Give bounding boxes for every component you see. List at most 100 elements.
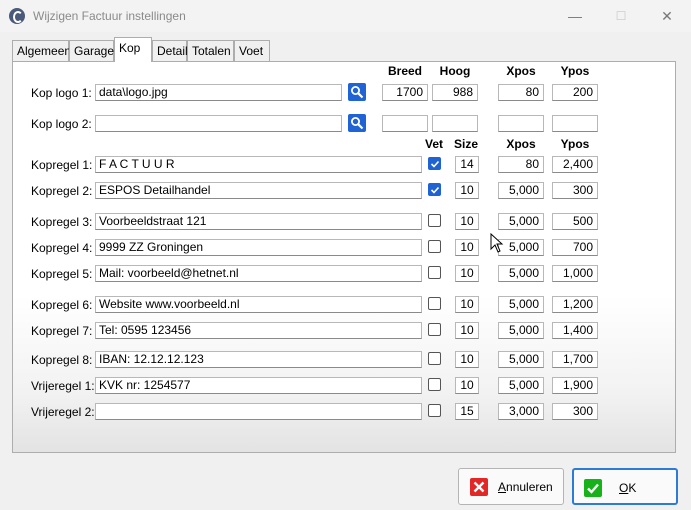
kopregel-text-input[interactable]: ESPOS Detailhandel bbox=[95, 182, 422, 199]
kopregel-label: Kopregel 8: bbox=[31, 353, 93, 367]
ok-button[interactable]: OK bbox=[572, 468, 678, 505]
kopregel-label: Kopregel 5: bbox=[31, 267, 93, 281]
mouse-cursor-icon bbox=[490, 233, 504, 253]
header-size: Size bbox=[453, 137, 478, 151]
xpos-input[interactable]: 5,000 bbox=[498, 239, 544, 256]
size-input[interactable]: 10 bbox=[455, 239, 479, 256]
red-x-icon bbox=[470, 478, 488, 496]
ok-label: OK bbox=[619, 481, 637, 495]
ypos-input[interactable]: 300 bbox=[552, 403, 598, 420]
kopregel-label: Kopregel 7: bbox=[31, 324, 93, 338]
header-vet: Vet bbox=[424, 137, 443, 151]
logo-ypos-input[interactable] bbox=[552, 115, 598, 132]
vet-checkbox[interactable] bbox=[428, 323, 441, 336]
kopregel-label: Vrijeregel 2: bbox=[31, 405, 95, 419]
size-input[interactable]: 10 bbox=[455, 213, 479, 230]
ypos-input[interactable]: 1,700 bbox=[552, 351, 598, 368]
tab-kop[interactable]: Kop bbox=[114, 37, 152, 62]
logo-hoog-input[interactable]: 988 bbox=[432, 84, 478, 101]
checkmark-icon bbox=[430, 186, 440, 194]
size-input[interactable]: 10 bbox=[455, 182, 479, 199]
vet-checkbox[interactable] bbox=[428, 352, 441, 365]
minimize-button[interactable]: — bbox=[552, 0, 598, 32]
vet-checkbox[interactable] bbox=[428, 214, 441, 227]
tab-totalen[interactable]: Totalen bbox=[187, 40, 234, 61]
logo-ypos-input[interactable]: 200 bbox=[552, 84, 598, 101]
tab-voet[interactable]: Voet bbox=[234, 40, 270, 61]
logo-path-input[interactable] bbox=[95, 115, 342, 132]
tab-garage[interactable]: Garage bbox=[69, 40, 114, 61]
browse-logo-button[interactable] bbox=[348, 83, 366, 101]
ypos-input[interactable]: 1,200 bbox=[552, 296, 598, 313]
logo-label: Kop logo 2: bbox=[31, 117, 92, 131]
xpos-input[interactable]: 5,000 bbox=[498, 265, 544, 282]
xpos-input[interactable]: 5,000 bbox=[498, 377, 544, 394]
ypos-input[interactable]: 700 bbox=[552, 239, 598, 256]
header-breed: Breed bbox=[387, 64, 422, 78]
kopregel-text-input[interactable]: IBAN: 12.12.12.123 bbox=[95, 351, 422, 368]
size-input[interactable]: 10 bbox=[455, 322, 479, 339]
size-input[interactable]: 15 bbox=[455, 403, 479, 420]
browse-logo-button[interactable] bbox=[348, 114, 366, 132]
kopregel-text-input[interactable]: F A C T U U R bbox=[95, 156, 422, 173]
xpos-input[interactable]: 5,000 bbox=[498, 182, 544, 199]
xpos-input[interactable]: 5,000 bbox=[498, 213, 544, 230]
header-logo-ypos: Ypos bbox=[560, 64, 590, 78]
tab-algemeen[interactable]: Algemeen bbox=[12, 40, 71, 61]
cancel-label: Annuleren bbox=[498, 480, 553, 494]
size-input[interactable]: 14 bbox=[455, 156, 479, 173]
kopregel-label: Kopregel 3: bbox=[31, 215, 93, 229]
kopregel-text-input[interactable] bbox=[95, 403, 422, 420]
search-icon bbox=[351, 117, 364, 130]
ypos-input[interactable]: 1,000 bbox=[552, 265, 598, 282]
tab-detail[interactable]: Detail bbox=[152, 40, 188, 61]
xpos-input[interactable]: 5,000 bbox=[498, 296, 544, 313]
logo-label: Kop logo 1: bbox=[31, 86, 92, 100]
ypos-input[interactable]: 500 bbox=[552, 213, 598, 230]
app-icon bbox=[9, 8, 25, 24]
size-input[interactable]: 10 bbox=[455, 351, 479, 368]
vet-checkbox[interactable] bbox=[428, 404, 441, 417]
ypos-input[interactable]: 300 bbox=[552, 182, 598, 199]
logo-hoog-input[interactable] bbox=[432, 115, 478, 132]
size-input[interactable]: 10 bbox=[455, 265, 479, 282]
logo-xpos-input[interactable]: 80 bbox=[498, 84, 544, 101]
xpos-input[interactable]: 5,000 bbox=[498, 322, 544, 339]
logo-breed-input[interactable] bbox=[382, 115, 428, 132]
header-line-ypos: Ypos bbox=[560, 137, 590, 151]
green-check-icon bbox=[584, 479, 602, 497]
size-input[interactable]: 10 bbox=[455, 296, 479, 313]
kopregel-text-input[interactable]: 9999 ZZ Groningen bbox=[95, 239, 422, 256]
cancel-button[interactable]: Annuleren bbox=[458, 468, 564, 505]
ypos-input[interactable]: 2,400 bbox=[552, 156, 598, 173]
size-input[interactable]: 10 bbox=[455, 377, 479, 394]
header-logo-xpos: Xpos bbox=[506, 64, 536, 78]
logo-path-input[interactable]: data\logo.jpg bbox=[95, 84, 342, 101]
logo-xpos-input[interactable] bbox=[498, 115, 544, 132]
xpos-input[interactable]: 5,000 bbox=[498, 351, 544, 368]
ypos-input[interactable]: 1,400 bbox=[552, 322, 598, 339]
vet-checkbox[interactable] bbox=[428, 266, 441, 279]
kopregel-text-input[interactable]: Tel: 0595 123456 bbox=[95, 322, 422, 339]
kopregel-label: Kopregel 6: bbox=[31, 298, 93, 312]
window-title: Wijzigen Factuur instellingen bbox=[33, 9, 186, 23]
kopregel-label: Kopregel 1: bbox=[31, 158, 93, 172]
kopregel-label: Kopregel 4: bbox=[31, 241, 93, 255]
kopregel-text-input[interactable]: Mail: voorbeeld@hetnet.nl bbox=[95, 265, 422, 282]
kopregel-text-input[interactable]: Voorbeeldstraat 121 bbox=[95, 213, 422, 230]
vet-checkbox[interactable] bbox=[428, 183, 441, 196]
vet-checkbox[interactable] bbox=[428, 378, 441, 391]
kopregel-label: Kopregel 2: bbox=[31, 184, 93, 198]
vet-checkbox[interactable] bbox=[428, 297, 441, 310]
xpos-input[interactable]: 80 bbox=[498, 156, 544, 173]
vet-checkbox[interactable] bbox=[428, 240, 441, 253]
logo-breed-input[interactable]: 1700 bbox=[382, 84, 428, 101]
maximize-button[interactable]: ☐ bbox=[598, 0, 644, 32]
close-button[interactable]: ✕ bbox=[644, 0, 690, 32]
header-line-xpos: Xpos bbox=[506, 137, 536, 151]
kopregel-text-input[interactable]: KVK nr: 1254577 bbox=[95, 377, 422, 394]
kopregel-text-input[interactable]: Website www.voorbeeld.nl bbox=[95, 296, 422, 313]
xpos-input[interactable]: 3,000 bbox=[498, 403, 544, 420]
ypos-input[interactable]: 1,900 bbox=[552, 377, 598, 394]
vet-checkbox[interactable] bbox=[428, 157, 441, 170]
